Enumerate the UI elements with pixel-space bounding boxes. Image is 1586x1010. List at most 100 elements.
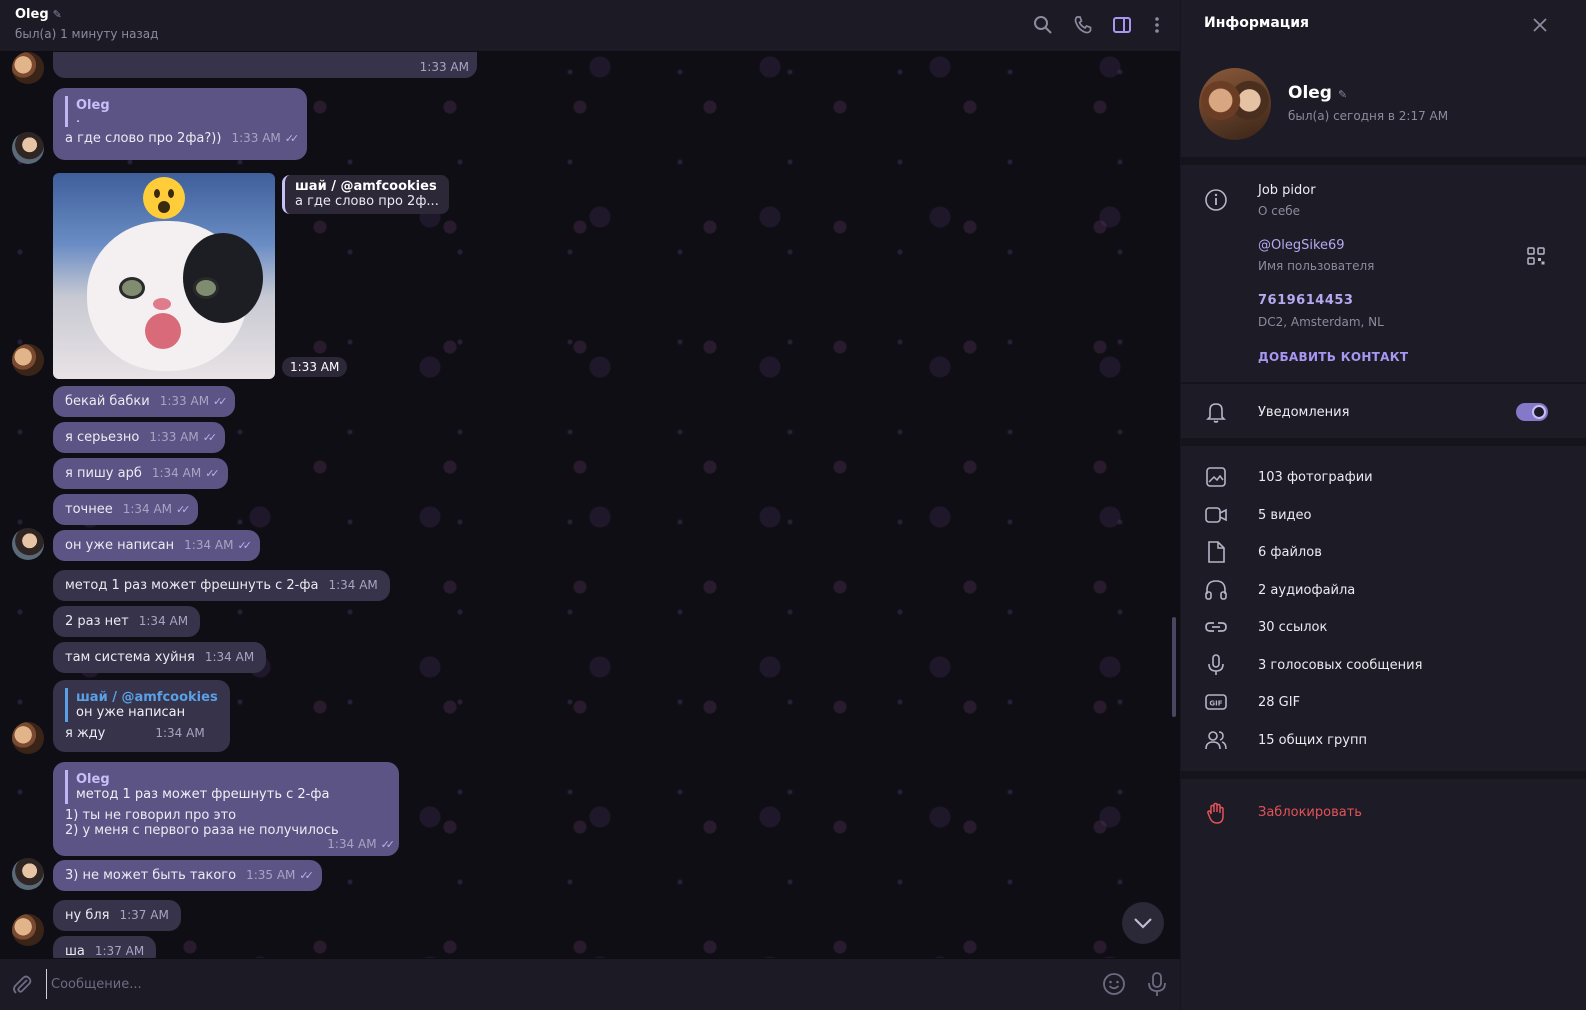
chat-header: Oleg ✎ был(а) 1 минуту назад — [0, 0, 1180, 52]
datacenter-label: DC2, Amsterdam, NL — [1258, 315, 1384, 329]
emoji-icon[interactable] — [1101, 971, 1127, 997]
mic-icon — [1208, 654, 1224, 675]
user-id-value[interactable]: 7619614453 — [1258, 293, 1353, 308]
read-checkmark-icon: ✓✓ — [205, 467, 220, 480]
read-checkmark-icon: ✓✓ — [380, 838, 396, 851]
sticker-cat-eye — [119, 277, 145, 299]
avatar[interactable] — [12, 344, 44, 376]
scroll-to-bottom-button[interactable] — [1122, 902, 1164, 944]
message-bubble[interactable]: метод 1 раз может фрешнуть с 2-фа 1:34 AM — [53, 570, 390, 601]
read-checkmark-icon: ✓✓ — [213, 395, 228, 408]
media-row-files[interactable]: 6 файлов — [1181, 534, 1586, 570]
paperclip-icon[interactable] — [10, 973, 34, 997]
headphones-icon — [1205, 580, 1227, 600]
chat-area: Oleg✎ был(а) 1 минуту назад ////////////… — [0, 0, 1180, 1010]
sidebar-toggle-icon[interactable] — [1111, 14, 1133, 36]
bubble-clipped-text: ////////////////////////////////////////… — [65, 52, 276, 53]
message-list[interactable]: ////////////////////////////////////////… — [0, 52, 1180, 958]
sticker-time: 1:33 AM — [282, 357, 348, 377]
phone-icon[interactable] — [1072, 14, 1094, 36]
message-bubble[interactable]: шай / @amfcookies он уже написан я жду 1:… — [53, 680, 230, 752]
video-icon — [1205, 507, 1227, 523]
message-bubble[interactable]: я пишу арб 1:34 AM ✓✓ — [53, 458, 228, 489]
media-row-gif[interactable]: GIF 28 GIF — [1181, 684, 1586, 720]
gif-icon: GIF — [1205, 694, 1227, 710]
svg-text:GIF: GIF — [1209, 700, 1222, 708]
notifications-toggle[interactable] — [1516, 403, 1548, 421]
profile-status: был(а) сегодня в 2:17 AM — [1288, 109, 1449, 123]
read-checkmark-icon: ✓✓ — [284, 132, 300, 145]
search-icon[interactable] — [1032, 14, 1054, 36]
message-bubble[interactable]: ну бля 1:37 AM — [53, 900, 181, 931]
sticker-cat-eye — [193, 277, 219, 299]
more-menu-icon[interactable] — [1146, 14, 1168, 36]
add-contact-button[interactable]: ДОБАВИТЬ КОНТАКТ — [1258, 350, 1408, 364]
reply-quote[interactable]: шай / @amfcookies он уже написан — [65, 688, 218, 722]
block-hand-icon — [1207, 802, 1224, 824]
reply-quote[interactable]: Oleg . — [65, 96, 295, 127]
message-input[interactable] — [46, 969, 1086, 999]
photo-icon — [1206, 467, 1226, 487]
message-bubble[interactable]: там система хуйня 1:34 AM — [53, 642, 267, 673]
chevron-down-icon — [1134, 918, 1152, 929]
groups-icon — [1205, 731, 1227, 750]
info-header: Информация — [1181, 0, 1586, 48]
read-checkmark-icon: ✓✓ — [299, 869, 314, 882]
username-label: Имя пользователя — [1258, 259, 1375, 273]
scrollbar[interactable] — [1172, 617, 1176, 717]
message-bubble[interactable]: ////////////////////////////////////////… — [53, 52, 477, 78]
message-bubble[interactable]: Oleg . а где слово про 2фа?)) 1:33 AM ✓✓ — [53, 88, 308, 160]
avatar[interactable] — [12, 528, 44, 560]
avatar[interactable] — [12, 132, 44, 164]
message-bubble[interactable]: бекай бабки 1:33 AM ✓✓ — [53, 386, 236, 417]
microphone-icon[interactable] — [1144, 970, 1170, 998]
avatar[interactable] — [12, 914, 44, 946]
media-row-voice[interactable]: 3 голосовых сообщения — [1181, 647, 1586, 683]
media-row-groups[interactable]: 15 общих групп — [1181, 722, 1586, 758]
sticker-reply-quote[interactable]: шай / @amfcookies а где слово про 2ф... — [282, 175, 449, 214]
notifications-label: Уведомления — [1258, 405, 1350, 420]
avatar[interactable] — [12, 722, 44, 754]
chat-title[interactable]: Oleg ✎ — [15, 7, 62, 22]
media-row-links[interactable]: 30 ссылок — [1181, 609, 1586, 645]
message-bubble[interactable]: точнее 1:34 AM ✓✓ — [53, 494, 199, 525]
composer — [0, 958, 1180, 1010]
info-panel: Информация Oleg ✎ был(а) сегодня в 2:17 A… — [1181, 0, 1586, 1010]
bell-icon — [1206, 403, 1226, 423]
bio-label: О себе — [1258, 204, 1301, 218]
chat-status: был(а) 1 минуту назад — [15, 27, 159, 41]
shocked-emoji-icon — [143, 177, 185, 219]
bio-value[interactable]: Job pidor — [1258, 183, 1316, 198]
message-bubble[interactable]: 3) не может быть такого 1:35 AM ✓✓ — [53, 860, 322, 891]
read-checkmark-icon: ✓✓ — [237, 539, 252, 552]
read-checkmark-icon: ✓✓ — [176, 503, 191, 516]
block-user-button[interactable]: Заблокировать — [1258, 805, 1362, 820]
profile-avatar[interactable] — [1199, 68, 1271, 140]
message-bubble[interactable]: он уже написан 1:34 AM ✓✓ — [53, 530, 260, 561]
section-divider — [1181, 771, 1586, 779]
cat-sticker-image[interactable] — [53, 173, 275, 379]
sticker-cat-nose — [153, 298, 171, 310]
sticker-cat-patch — [183, 233, 263, 323]
message-bubble[interactable]: ша 1:37 AM — [53, 936, 157, 958]
media-row-videos[interactable]: 5 видео — [1181, 497, 1586, 533]
reply-quote[interactable]: Oleg метод 1 раз может фрешнуть с 2-фа — [65, 770, 387, 804]
message-bubble[interactable]: Oleg метод 1 раз может фрешнуть с 2-фа 1… — [53, 762, 399, 856]
username-value[interactable]: @OlegSike69 — [1258, 238, 1345, 253]
profile-name: Oleg ✎ — [1288, 83, 1348, 103]
message-bubble[interactable]: 2 раз нет 1:34 AM — [53, 606, 201, 637]
avatar[interactable] — [12, 858, 44, 890]
pencil-icon[interactable]: ✎ — [1338, 88, 1347, 101]
info-title: Информация — [1204, 15, 1309, 31]
qr-code-icon[interactable] — [1526, 246, 1546, 266]
pencil-icon: ✎ — [52, 8, 62, 21]
media-row-photos[interactable]: 103 фотографии — [1181, 459, 1586, 495]
section-divider — [1181, 438, 1586, 446]
close-icon[interactable] — [1530, 15, 1550, 35]
media-row-audio[interactable]: 2 аудиофайла — [1181, 572, 1586, 608]
avatar[interactable] — [12, 52, 44, 84]
toggle-knob — [1532, 405, 1546, 419]
section-divider — [1181, 382, 1586, 384]
sticker-cat-mouth — [145, 313, 181, 349]
message-bubble[interactable]: я серьезно 1:33 AM ✓✓ — [53, 422, 226, 453]
